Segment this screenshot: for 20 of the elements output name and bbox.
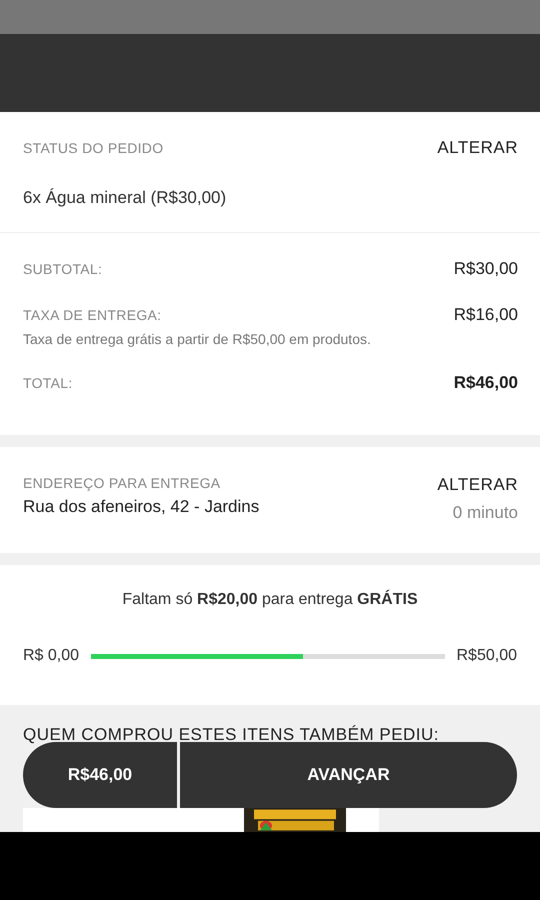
summary-value: R$16,00 — [454, 305, 518, 325]
range-min: R$ 0,00 — [23, 647, 80, 665]
address-text: Rua dos afeneiros, 42 - Jardins — [23, 497, 260, 517]
free-shipping-message: Faltam só R$20,00 para entrega GRÁTIS — [121, 588, 419, 609]
summary-label: TOTAL: — [23, 375, 73, 391]
change-link[interactable]: ALTERAR — [437, 475, 518, 495]
summary-note: Taxa de entrega grátis a partir de R$50,00 em produtos. — [23, 331, 372, 347]
delivery-time: 0 minuto — [452, 503, 518, 523]
order-item: 6x Água mineral (R$30,00) — [23, 188, 228, 208]
range-max: R$50,00 — [456, 647, 517, 665]
advance-button[interactable]: AVANÇAR — [180, 742, 517, 808]
section-label: STATUS DO PEDIDO — [23, 140, 164, 156]
summary-label: SUBTOTAL: — [23, 261, 102, 277]
total-button[interactable]: R$46,00 — [23, 742, 177, 808]
summary-label: TAXA DE ENTREGA: — [23, 307, 162, 323]
product-card[interactable] — [23, 808, 379, 832]
summary-value: R$30,00 — [454, 259, 518, 279]
change-link[interactable]: ALTERAR — [437, 138, 518, 158]
section-label: ENDEREÇO PARA ENTREGA — [23, 475, 222, 491]
summary-value: R$46,00 — [454, 373, 518, 393]
